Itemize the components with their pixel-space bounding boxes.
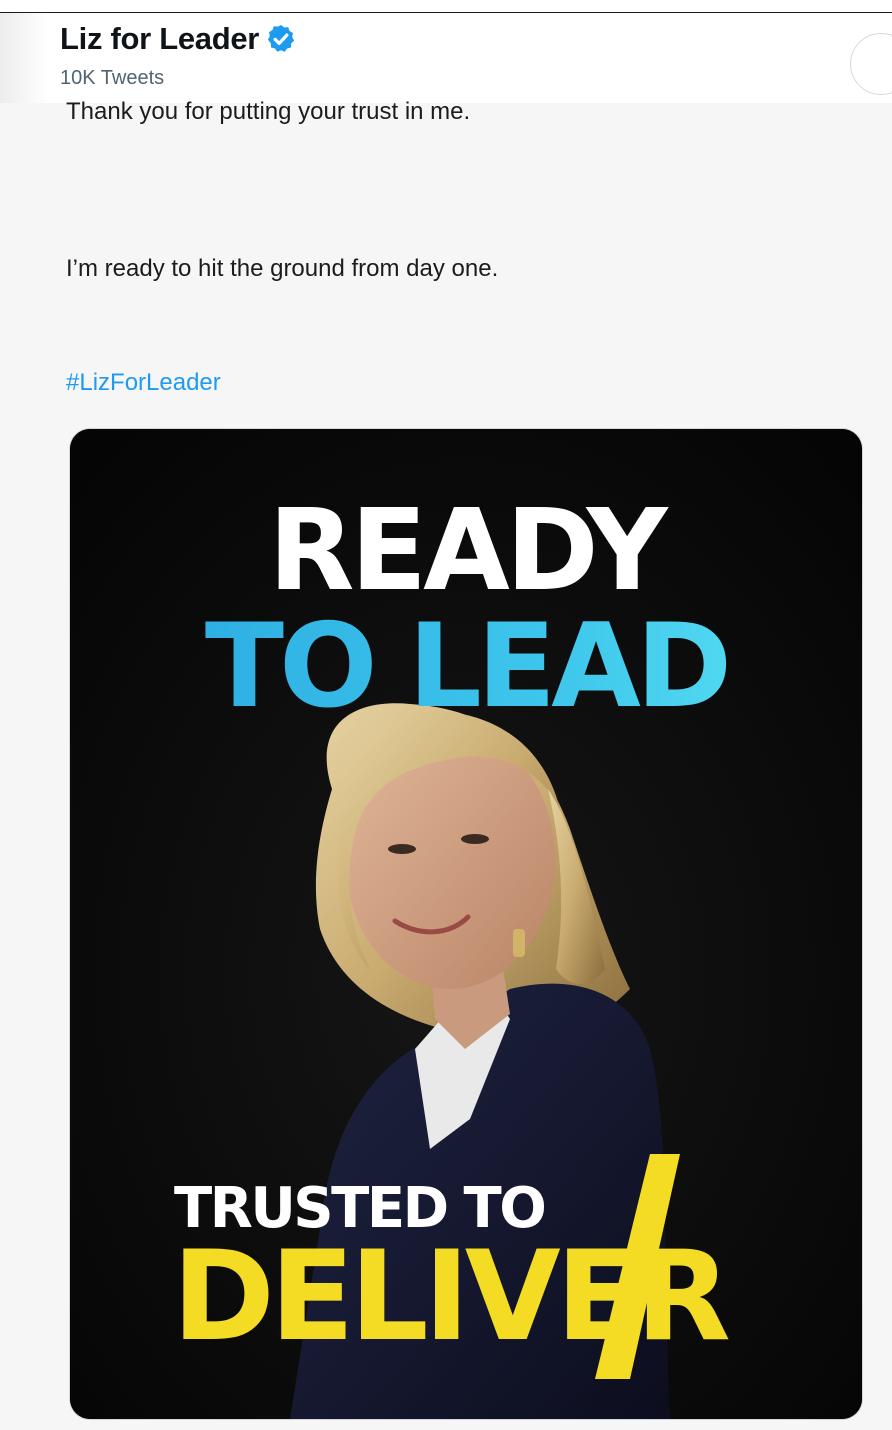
profile-title: Liz for Leader (60, 21, 297, 57)
verified-badge-icon (267, 25, 295, 52)
profile-header: Liz for Leader 10K Tweets (0, 13, 892, 103)
poster-headline-to-lead: TO LEAD (70, 609, 862, 725)
poster-tagline-deliver: DELIVER (172, 1225, 731, 1369)
tweet-text-line-1: Thank you for putting your trust in me. (66, 98, 471, 125)
tweet-count: 10K Tweets (60, 67, 165, 89)
tweet-media-image[interactable]: READY TO LEAD TRUSTED TO DELIVER (70, 429, 862, 1419)
poster-headline-ready: READY (268, 486, 667, 616)
hashtag-link[interactable]: #LizForLeader (66, 369, 221, 397)
tweet-text-line-2: I’m ready to hit the ground from day one… (66, 255, 499, 282)
profile-name: Liz for Leader (60, 21, 260, 56)
back-area (0, 13, 48, 103)
profile-action-button[interactable] (850, 33, 892, 95)
